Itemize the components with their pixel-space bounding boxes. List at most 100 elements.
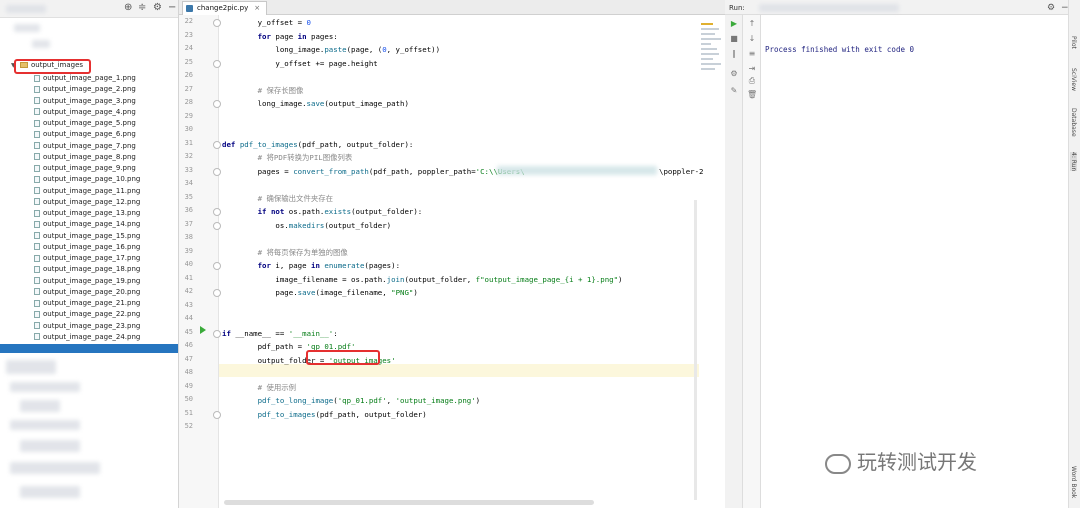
fold-marker-icon[interactable]	[213, 410, 221, 419]
file-item[interactable]: output_image_page_21.png	[34, 298, 140, 309]
code-line[interactable]: # 使用示例	[222, 381, 296, 395]
pin-icon[interactable]: ✎	[729, 87, 739, 95]
line-number: 46	[184, 341, 193, 349]
line-number: 33	[184, 165, 193, 174]
line-number: 49	[184, 381, 193, 390]
tab-change2pic[interactable]: change2pic.py ×	[182, 1, 268, 15]
png-file-icon	[34, 97, 40, 104]
code-line[interactable]: # 保存长图像	[222, 84, 304, 98]
file-item[interactable]: output_image_page_4.png	[34, 107, 136, 118]
blurred-run-config	[759, 4, 899, 12]
vertical-scrollbar[interactable]	[694, 200, 697, 500]
code-token: )	[618, 274, 623, 284]
fold-marker-icon[interactable]	[213, 59, 221, 68]
file-item[interactable]: output_image_page_20.png	[34, 287, 140, 298]
rerun-icon[interactable]: ▶	[729, 20, 739, 28]
gear-icon[interactable]: ⚙	[153, 2, 162, 13]
side-tab-wordbook[interactable]: Word Book	[1070, 466, 1077, 498]
collapse-icon[interactable]: ≑	[138, 2, 146, 13]
file-item[interactable]: output_image_page_7.png	[34, 141, 136, 152]
code-token: save	[306, 99, 325, 108]
code-line[interactable]: long_image.save(output_image_path)	[222, 97, 409, 111]
blurred-item	[20, 400, 60, 412]
file-item[interactable]: output_image_page_3.png	[34, 96, 136, 107]
code-line[interactable]: # 确保输出文件夹存在	[222, 192, 333, 206]
up-arrow-icon[interactable]: ↑	[747, 20, 757, 28]
code-token: for	[257, 31, 271, 41]
code-line[interactable]: pdf_to_images(pdf_path, output_folder)	[222, 408, 427, 422]
delete-icon[interactable]: 🗑	[747, 91, 757, 99]
code-line[interactable]: pdf_to_long_image('qp_01.pdf', 'output_i…	[222, 394, 481, 408]
fold-marker-icon[interactable]	[213, 329, 221, 338]
fold-marker-icon[interactable]	[213, 140, 221, 149]
file-item[interactable]: output_image_page_19.png	[34, 276, 140, 287]
file-item[interactable]: output_image_page_11.png	[34, 186, 140, 197]
code-line[interactable]: def pdf_to_images(pdf_path, output_folde…	[222, 138, 413, 152]
file-item[interactable]: output_image_page_14.png	[34, 219, 140, 230]
png-file-icon	[34, 265, 40, 273]
side-tab-sciview[interactable]: SciView	[1070, 68, 1077, 91]
fold-marker-icon[interactable]	[213, 262, 221, 270]
run-gutter-icon[interactable]	[200, 326, 206, 334]
file-item[interactable]: output_image_page_5.png	[34, 118, 136, 129]
file-item[interactable]: output_image_page_24.png	[34, 332, 140, 343]
code-token: 'output_image.png'	[395, 396, 476, 405]
code-line[interactable]: y_offset += page.height	[222, 57, 377, 71]
code-line[interactable]: # 将每页保存为单独的图像	[222, 246, 348, 260]
code-line[interactable]: # 将PDF转换为PIL图像列表	[222, 151, 353, 165]
code-line[interactable]: page.save(image_filename, "PNG")	[222, 286, 417, 300]
file-item[interactable]: output_image_page_22.png	[34, 309, 140, 320]
file-item[interactable]: output_image_page_10.png	[34, 174, 140, 185]
code-line[interactable]: image_filename = os.path.join(output_fol…	[222, 273, 623, 287]
fold-marker-icon[interactable]	[213, 289, 221, 297]
settings-icon[interactable]: ⚙	[729, 70, 739, 78]
gear-icon[interactable]: ⚙	[1047, 3, 1055, 13]
code-line[interactable]: if not os.path.exists(output_folder):	[222, 205, 423, 219]
print-icon[interactable]: ⎙	[747, 77, 757, 85]
watermark-text: 玩转测试开发	[857, 450, 977, 474]
png-file-icon	[34, 254, 40, 262]
wrap-icon[interactable]: ≡	[747, 50, 757, 58]
file-item[interactable]: output_image_page_1.png	[34, 73, 136, 84]
file-item[interactable]: output_image_page_16.png	[34, 242, 140, 253]
close-icon[interactable]: ×	[254, 4, 260, 12]
fold-marker-icon[interactable]	[213, 167, 221, 176]
minimize-icon[interactable]: −	[168, 2, 176, 13]
file-item[interactable]: output_image_page_13.png	[34, 208, 140, 219]
png-file-icon	[34, 220, 40, 228]
down-arrow-icon[interactable]: ↓	[747, 35, 757, 43]
code-line[interactable]: y_offset = 0	[222, 16, 311, 30]
side-tab-run[interactable]: 4: Run	[1070, 152, 1077, 172]
fold-marker-icon[interactable]	[213, 221, 221, 230]
minimap[interactable]	[701, 20, 723, 90]
file-item[interactable]: output_image_page_23.png	[34, 321, 140, 332]
file-item[interactable]: output_image_page_15.png	[34, 231, 140, 242]
file-item[interactable]: output_image_page_8.png	[34, 152, 136, 163]
file-item[interactable]: output_image_page_6.png	[34, 129, 136, 140]
file-label: output_image_page_24.png	[43, 332, 141, 341]
selected-row[interactable]	[0, 344, 178, 353]
side-tab-database[interactable]: Database	[1070, 108, 1077, 137]
file-item[interactable]: output_image_page_9.png	[34, 163, 136, 174]
code-line[interactable]: os.makedirs(output_folder)	[222, 219, 391, 233]
code-line[interactable]: for page in pages:	[222, 30, 338, 44]
file-item[interactable]: output_image_page_2.png	[34, 84, 136, 95]
file-label: output_image_page_7.png	[43, 141, 136, 150]
pause-icon[interactable]: ∥	[729, 50, 739, 58]
code-line[interactable]: if __name__ == '__main__':	[222, 327, 338, 341]
fold-marker-icon[interactable]	[213, 100, 221, 108]
side-tab-pilot[interactable]: Pilot	[1070, 36, 1077, 49]
locate-icon[interactable]: ⊕	[124, 2, 132, 13]
fold-marker-icon[interactable]	[213, 208, 221, 216]
code-line[interactable]: long_image.paste(page, (0, y_offset))	[222, 43, 440, 57]
scroll-end-icon[interactable]: ⇥	[747, 65, 757, 73]
code-line[interactable]: for i, page in enumerate(pages):	[222, 259, 400, 273]
code-line[interactable]: pages = convert_from_path(pdf_path, popp…	[222, 165, 704, 179]
file-item[interactable]: output_image_page_12.png	[34, 197, 140, 208]
file-item[interactable]: output_image_page_18.png	[34, 264, 140, 275]
fold-marker-icon[interactable]	[213, 19, 221, 27]
stop-icon[interactable]: ■	[729, 35, 739, 43]
file-item[interactable]: output_image_page_17.png	[34, 253, 140, 264]
horizontal-scrollbar[interactable]	[224, 500, 594, 505]
line-number: 34	[184, 179, 193, 187]
